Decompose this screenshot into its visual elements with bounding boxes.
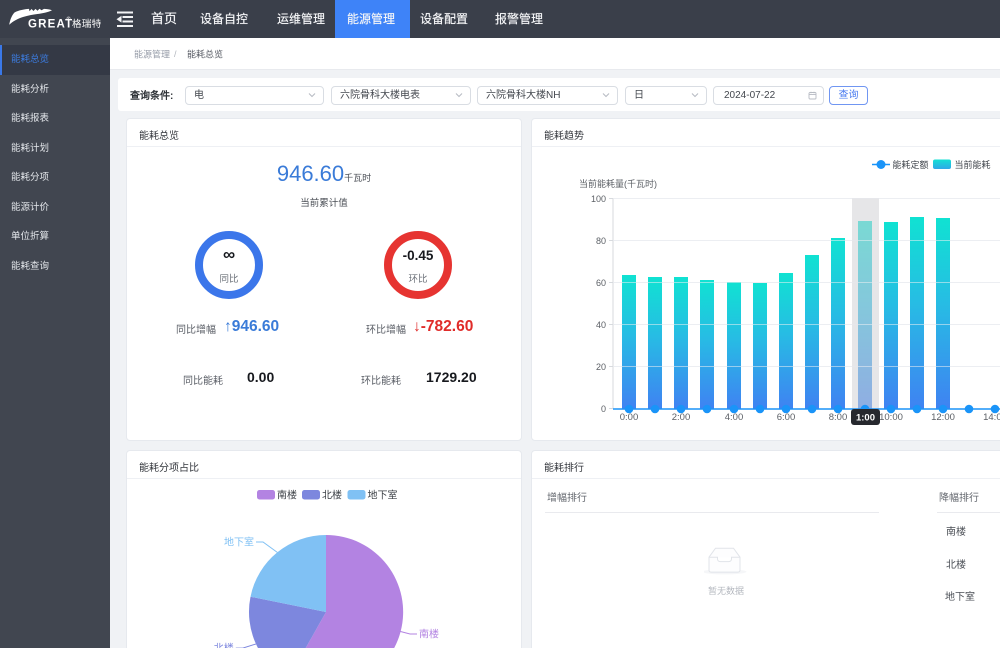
svg-text:当前能耗: 当前能耗 [955, 159, 991, 170]
svg-text:20: 20 [596, 362, 606, 372]
svg-text:®: ® [67, 16, 71, 23]
svg-text:2:00: 2:00 [672, 412, 691, 423]
svg-text:6:00: 6:00 [777, 412, 796, 423]
svg-text:0:00: 0:00 [620, 412, 639, 423]
svg-text:北楼: 北楼 [214, 642, 234, 648]
svg-text:40: 40 [596, 320, 606, 330]
svg-text:南楼: 南楼 [277, 489, 297, 502]
svg-text:10:00: 10:00 [879, 412, 903, 423]
svg-text:14:00: 14:00 [983, 412, 1000, 423]
svg-text:8:00: 8:00 [829, 412, 848, 423]
svg-text:1:00: 1:00 [856, 413, 875, 424]
svg-text:当前能耗量(千瓦时): 当前能耗量(千瓦时) [579, 178, 657, 189]
svg-text:南楼: 南楼 [419, 628, 439, 641]
svg-text:格瑞特: 格瑞特 [72, 18, 102, 30]
svg-text:0: 0 [601, 404, 606, 414]
svg-text:100: 100 [591, 194, 606, 204]
svg-text:地下室: 地下室 [368, 489, 398, 502]
svg-text:60: 60 [596, 278, 606, 288]
svg-text:能耗定额: 能耗定额 [893, 159, 929, 170]
svg-text:地下室: 地下室 [224, 536, 254, 549]
svg-text:4:00: 4:00 [725, 412, 744, 423]
svg-text:12:00: 12:00 [931, 412, 955, 423]
svg-text:80: 80 [596, 236, 606, 246]
svg-text:北楼: 北楼 [322, 489, 342, 502]
